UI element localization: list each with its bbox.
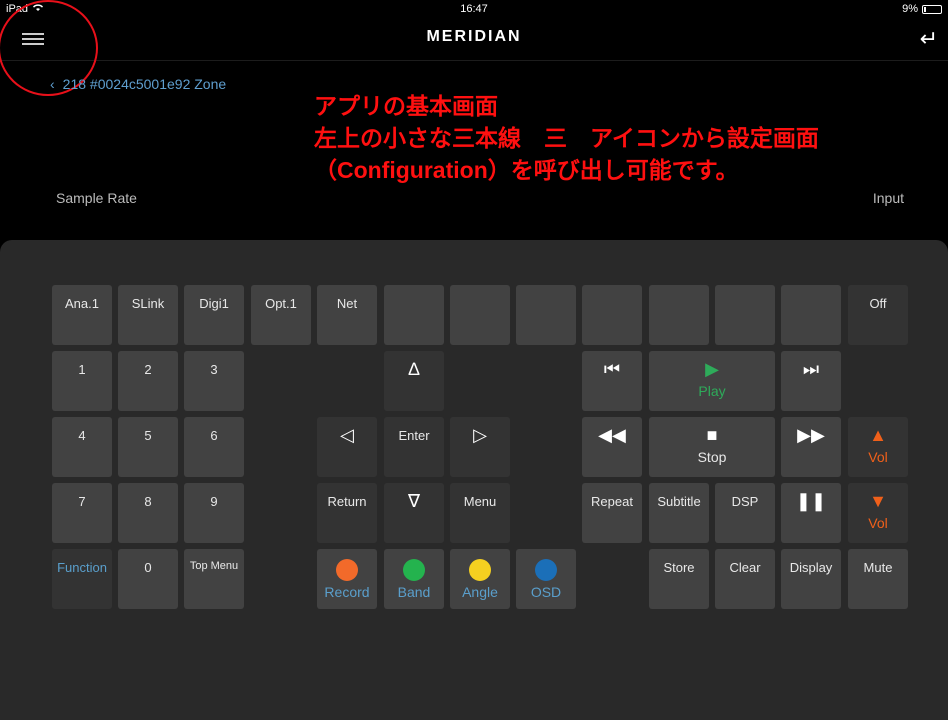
digit-7-button[interactable]: 7: [52, 483, 112, 543]
sample-rate-label: Sample Rate: [56, 190, 137, 206]
red-dot-icon: [336, 559, 358, 581]
up-arrow-icon: ∆: [408, 359, 420, 379]
blank-key-7[interactable]: [781, 285, 841, 345]
input-label: Input: [872, 190, 904, 206]
rewind-button[interactable]: ◀◀: [582, 417, 642, 477]
pause-icon: ❚❚: [795, 491, 827, 511]
stop-icon: ■: [706, 425, 718, 445]
record-button[interactable]: Record: [317, 549, 377, 609]
top-bar: MERIDIAN ↵: [0, 20, 948, 61]
band-button[interactable]: Band: [384, 549, 444, 609]
digit-8-button[interactable]: 8: [118, 483, 178, 543]
zone-label: 218 #0024c5001e92 Zone: [62, 76, 227, 92]
digit-0-button[interactable]: 0: [118, 549, 178, 609]
previous-track-button[interactable]: ⏮: [582, 351, 642, 411]
digit-3-button[interactable]: 3: [184, 351, 244, 411]
source-net-button[interactable]: Net: [317, 285, 377, 345]
annotation-text: アプリの基本画面 左上の小さな三本線 三 アイコンから設定画面 （Configu…: [314, 90, 819, 186]
yellow-dot-icon: [469, 559, 491, 581]
osd-button[interactable]: OSD: [516, 549, 576, 609]
angle-button[interactable]: Angle: [450, 549, 510, 609]
right-arrow-icon: ▷: [473, 425, 487, 445]
battery-percent: 9%: [902, 3, 918, 15]
source-ana1-button[interactable]: Ana.1: [52, 285, 112, 345]
volume-up-icon: ▲: [869, 425, 887, 445]
nav-right-button[interactable]: ▷: [450, 417, 510, 477]
fast-forward-button[interactable]: ▶▶: [781, 417, 841, 477]
chevron-left-icon: ‹: [50, 76, 55, 92]
dsp-button[interactable]: DSP: [715, 483, 775, 543]
clear-button[interactable]: Clear: [715, 549, 775, 609]
status-right: 9%: [902, 3, 942, 15]
function-button[interactable]: Function: [52, 549, 112, 609]
annotation-line-1: アプリの基本画面: [314, 93, 498, 119]
annotation-line-2: 左上の小さな三本線 三 アイコンから設定画面: [314, 125, 819, 151]
skip-forward-icon: ⏭: [802, 359, 820, 379]
digit-5-button[interactable]: 5: [118, 417, 178, 477]
back-arrow-icon[interactable]: ↵: [920, 26, 938, 52]
volume-down-icon: ▼: [869, 491, 887, 511]
pause-button[interactable]: ❚❚: [781, 483, 841, 543]
digit-9-button[interactable]: 9: [184, 483, 244, 543]
blank-key-5[interactable]: [649, 285, 709, 345]
volume-up-button[interactable]: ▲ Vol: [848, 417, 908, 477]
blank-key-3[interactable]: [516, 285, 576, 345]
subtitle-button[interactable]: Subtitle: [649, 483, 709, 543]
blank-key-4[interactable]: [582, 285, 642, 345]
play-button[interactable]: ▶ Play: [649, 351, 775, 411]
green-dot-icon: [403, 559, 425, 581]
display-button[interactable]: Display: [781, 549, 841, 609]
off-button[interactable]: Off: [848, 285, 908, 345]
digit-1-button[interactable]: 1: [52, 351, 112, 411]
digit-4-button[interactable]: 4: [52, 417, 112, 477]
annotation-line-3: （Configuration）を呼び出し可能です。: [314, 157, 739, 183]
digit-2-button[interactable]: 2: [118, 351, 178, 411]
battery-icon: [922, 4, 942, 14]
source-slink-button[interactable]: SLink: [118, 285, 178, 345]
nav-up-button[interactable]: ∆: [384, 351, 444, 411]
top-menu-button[interactable]: Top Menu: [184, 549, 244, 609]
down-arrow-icon: ∇: [407, 491, 421, 511]
return-button[interactable]: Return: [317, 483, 377, 543]
source-digi1-button[interactable]: Digi1: [184, 285, 244, 345]
enter-button[interactable]: Enter: [384, 417, 444, 477]
zone-breadcrumb[interactable]: ‹ 218 #0024c5001e92 Zone: [50, 76, 226, 92]
repeat-button[interactable]: Repeat: [582, 483, 642, 543]
nav-down-button[interactable]: ∇: [384, 483, 444, 543]
stop-button[interactable]: ■ Stop: [649, 417, 775, 477]
digit-6-button[interactable]: 6: [184, 417, 244, 477]
blank-key-6[interactable]: [715, 285, 775, 345]
blank-key-2[interactable]: [450, 285, 510, 345]
menu-button[interactable]: Menu: [450, 483, 510, 543]
next-track-button[interactable]: ⏭: [781, 351, 841, 411]
play-icon: ▶: [705, 359, 719, 379]
volume-down-button[interactable]: ▼ Vol: [848, 483, 908, 543]
mute-button[interactable]: Mute: [848, 549, 908, 609]
skip-back-icon: ⏮: [603, 359, 621, 379]
rewind-icon: ◀◀: [598, 425, 626, 445]
store-button[interactable]: Store: [649, 549, 709, 609]
blank-key-1[interactable]: [384, 285, 444, 345]
fast-forward-icon: ▶▶: [797, 425, 825, 445]
blue-dot-icon: [535, 559, 557, 581]
left-arrow-icon: ◁: [340, 425, 354, 445]
remote-panel: Ana.1 SLink Digi1 Opt.1 Net Off 1 2 3 4 …: [0, 240, 948, 720]
brand-logo: MERIDIAN: [426, 28, 522, 45]
status-time: 16:47: [460, 3, 488, 15]
source-opt1-button[interactable]: Opt.1: [251, 285, 311, 345]
nav-left-button[interactable]: ◁: [317, 417, 377, 477]
status-bar: iPad 16:47 9%: [0, 0, 948, 20]
